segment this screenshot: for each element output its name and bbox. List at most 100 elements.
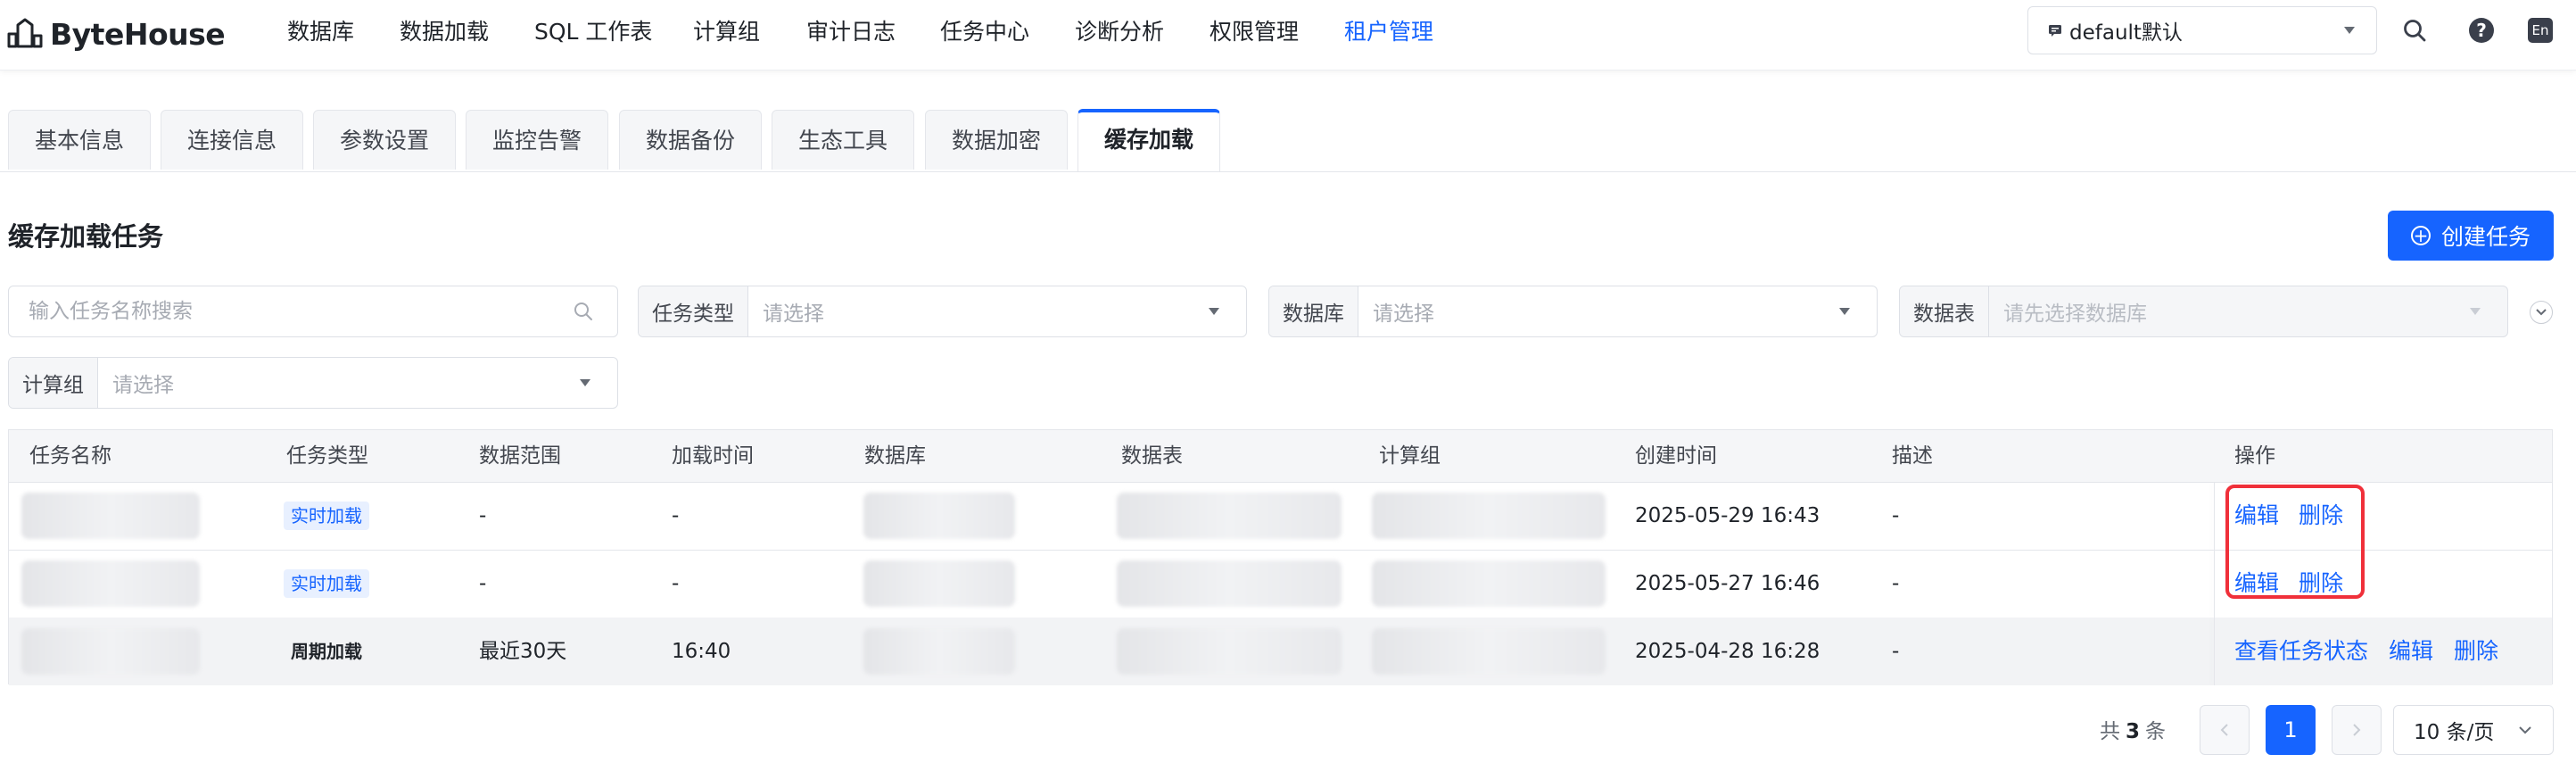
total-prefix: 共 xyxy=(2100,720,2120,743)
task-table: 任务名称 任务类型 数据范围 加载时间 数据库 数据表 计算组 创建时间 描述 … xyxy=(8,429,2553,685)
column-header-database: 数据库 xyxy=(864,444,926,468)
task-type-tag: 实时加载 xyxy=(284,502,369,530)
nav-item-sql-worksheet[interactable]: SQL 工作表 xyxy=(534,16,652,48)
language-switch[interactable]: En xyxy=(2525,15,2555,46)
expand-filters-button[interactable] xyxy=(2530,301,2553,324)
nav-item-permissions[interactable]: 权限管理 xyxy=(1210,16,1299,48)
table-select[interactable]: 数据表 请先选择数据库 xyxy=(1899,286,2508,337)
description-cell: - xyxy=(1892,640,1900,663)
column-header-load-time: 加载时间 xyxy=(672,444,754,468)
settings-tabs: 基本信息 连接信息 参数设置 监控告警 数据备份 生态工具 数据加密 缓存加载 xyxy=(0,107,2576,172)
table-redacted xyxy=(1117,560,1342,607)
tab-connection-info[interactable]: 连接信息 xyxy=(161,110,303,170)
logo-icon xyxy=(7,18,43,48)
load-time-cell: - xyxy=(672,572,680,595)
search-input[interactable] xyxy=(9,299,566,324)
help-icon: ? xyxy=(2469,18,2494,43)
compute-group-label: 计算组 xyxy=(9,358,98,408)
database-select[interactable]: 数据库 请选择 xyxy=(1268,286,1878,337)
task-name-redacted xyxy=(21,628,200,675)
caret-down-icon xyxy=(1839,308,1850,315)
table-redacted xyxy=(1117,628,1342,675)
delete-link[interactable]: 删除 xyxy=(2299,550,2343,618)
create-task-button[interactable]: + 创建任务 xyxy=(2388,211,2554,261)
tab-monitoring-alerts[interactable]: 监控告警 xyxy=(466,110,608,170)
page-1-button[interactable]: 1 xyxy=(2266,705,2316,755)
nav-item-tenant-management[interactable]: 租户管理 xyxy=(1344,16,1433,48)
task-type-label: 任务类型 xyxy=(639,286,748,336)
column-header-compute-group: 计算组 xyxy=(1379,444,1441,468)
tenant-select[interactable]: default默认 xyxy=(2027,6,2377,54)
database-placeholder: 请选择 xyxy=(1373,303,1434,326)
created-time-cell: 2025-04-28 16:28 xyxy=(1635,640,1821,663)
tab-cache-loading[interactable]: 缓存加载 xyxy=(1077,109,1220,171)
tab-ecosystem-tools[interactable]: 生态工具 xyxy=(772,110,914,170)
page-title: 缓存加载任务 xyxy=(8,221,164,252)
load-time-cell: - xyxy=(672,504,680,527)
create-task-label: 创建任务 xyxy=(2440,224,2531,250)
table-row: 实时加载 - - 2025-05-29 16:43 - 编辑 删除 xyxy=(9,482,2552,551)
actions-column-divider xyxy=(2214,618,2215,685)
edit-link[interactable]: 编辑 xyxy=(2234,482,2279,550)
task-name-search[interactable] xyxy=(8,286,618,337)
nav-item-database[interactable]: 数据库 xyxy=(287,16,354,48)
column-header-actions: 操作 xyxy=(2234,444,2275,468)
nav-item-data-loading[interactable]: 数据加载 xyxy=(400,16,489,48)
delete-link[interactable]: 删除 xyxy=(2299,482,2343,550)
chevron-left-icon xyxy=(2220,724,2228,736)
language-icon: En xyxy=(2528,18,2553,43)
nav-item-task-center[interactable]: 任务中心 xyxy=(940,16,1029,48)
actions-column-divider xyxy=(2214,550,2215,618)
tab-basic-info[interactable]: 基本信息 xyxy=(8,110,151,170)
table-row: 周期加载 最近30天 16:40 2025-04-28 16:28 - 查看任务… xyxy=(9,618,2552,685)
delete-link[interactable]: 删除 xyxy=(2454,618,2498,685)
nav-item-compute-group[interactable]: 计算组 xyxy=(693,16,760,48)
prev-page-button[interactable] xyxy=(2200,705,2250,755)
created-time-cell: 2025-05-29 16:43 xyxy=(1635,504,1821,527)
column-header-description: 描述 xyxy=(1892,444,1933,468)
logo[interactable]: ByteHouse xyxy=(5,12,226,55)
next-page-button[interactable] xyxy=(2332,705,2382,755)
task-type-tag: 周期加载 xyxy=(291,641,362,662)
compute-group-select[interactable]: 计算组 请选择 xyxy=(8,357,618,409)
tab-data-backup[interactable]: 数据备份 xyxy=(619,110,762,170)
tab-parameter-settings[interactable]: 参数设置 xyxy=(313,110,456,170)
compute-group-redacted xyxy=(1372,628,1606,675)
task-type-select[interactable]: 任务类型 请选择 xyxy=(638,286,1247,337)
data-range-cell: - xyxy=(479,572,487,595)
edit-link[interactable]: 编辑 xyxy=(2389,618,2433,685)
column-header-data-range: 数据范围 xyxy=(479,444,561,468)
actions-column-divider xyxy=(2214,482,2215,550)
total-suffix: 条 xyxy=(2145,720,2167,743)
tenant-select-value: default默认 xyxy=(2069,21,2183,45)
compute-group-redacted xyxy=(1372,493,1606,539)
page-size-select[interactable]: 10 条/页 xyxy=(2393,705,2554,755)
help-button[interactable]: ? xyxy=(2466,15,2497,46)
tenant-icon xyxy=(2049,25,2061,37)
search-button[interactable] xyxy=(2399,15,2430,46)
pagination-total: 共3条 xyxy=(2100,714,2166,744)
task-type-placeholder: 请选择 xyxy=(763,303,824,326)
edit-link[interactable]: 编辑 xyxy=(2234,550,2279,618)
caret-down-icon xyxy=(1209,308,1219,315)
compute-group-redacted xyxy=(1372,560,1606,607)
top-nav-bar: ByteHouse 数据库 数据加载 SQL 工作表 计算组 审计日志 任务中心… xyxy=(0,0,2576,70)
caret-down-icon xyxy=(2344,27,2355,34)
load-time-cell: 16:40 xyxy=(672,640,731,663)
search-icon xyxy=(574,303,592,320)
database-redacted xyxy=(863,628,1015,675)
view-task-status-link[interactable]: 查看任务状态 xyxy=(2234,618,2368,685)
created-time-cell: 2025-05-27 16:46 xyxy=(1635,572,1821,595)
database-redacted xyxy=(863,560,1015,607)
plus-circle-icon: + xyxy=(2410,226,2431,245)
caret-down-icon xyxy=(580,379,590,386)
data-range-cell: 最近30天 xyxy=(479,640,567,663)
tab-data-encryption[interactable]: 数据加密 xyxy=(925,110,1068,170)
nav-item-audit-log[interactable]: 审计日志 xyxy=(806,16,896,48)
database-label: 数据库 xyxy=(1269,286,1358,336)
nav-item-diagnostics[interactable]: 诊断分析 xyxy=(1075,16,1164,48)
task-name-redacted xyxy=(21,493,200,539)
search-icon xyxy=(2404,20,2426,42)
logo-text: ByteHouse xyxy=(50,16,226,52)
task-name-redacted xyxy=(21,560,200,607)
